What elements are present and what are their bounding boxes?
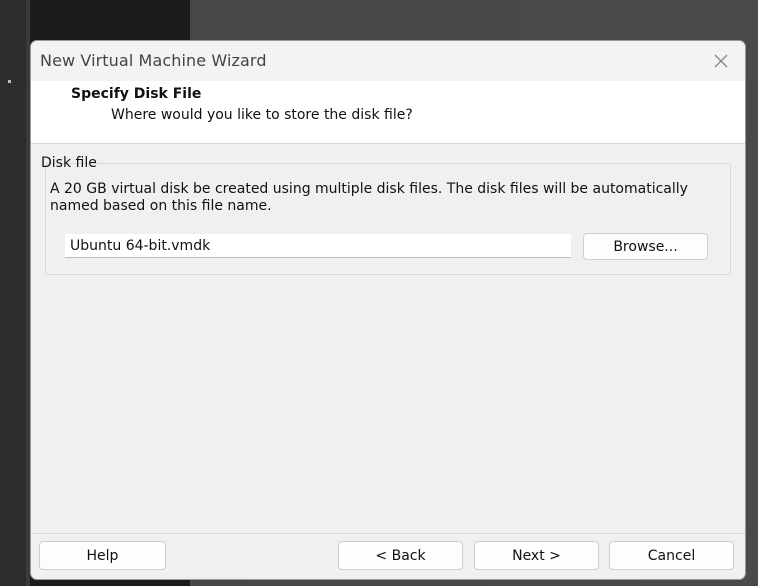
- wizard-header: Specify Disk File Where would you like t…: [31, 81, 745, 144]
- disk-file-name-input[interactable]: [65, 234, 571, 258]
- next-button[interactable]: Next >: [474, 541, 599, 570]
- page-subtitle: Where would you like to store the disk f…: [111, 107, 413, 123]
- wizard-dialog: New Virtual Machine Wizard Specify Disk …: [30, 40, 746, 580]
- help-button[interactable]: Help: [39, 541, 166, 570]
- window-title: New Virtual Machine Wizard: [40, 51, 267, 70]
- close-icon[interactable]: [709, 49, 733, 73]
- disk-file-group-label: Disk file: [41, 155, 97, 171]
- desktop-marker: [8, 80, 11, 83]
- footer-divider: [31, 533, 745, 534]
- disk-file-description: A 20 GB virtual disk be created using mu…: [50, 181, 688, 214]
- cancel-button[interactable]: Cancel: [609, 541, 734, 570]
- title-bar[interactable]: New Virtual Machine Wizard: [31, 41, 745, 81]
- browse-button[interactable]: Browse...: [583, 233, 708, 260]
- back-button[interactable]: < Back: [338, 541, 463, 570]
- page-title: Specify Disk File: [71, 86, 202, 102]
